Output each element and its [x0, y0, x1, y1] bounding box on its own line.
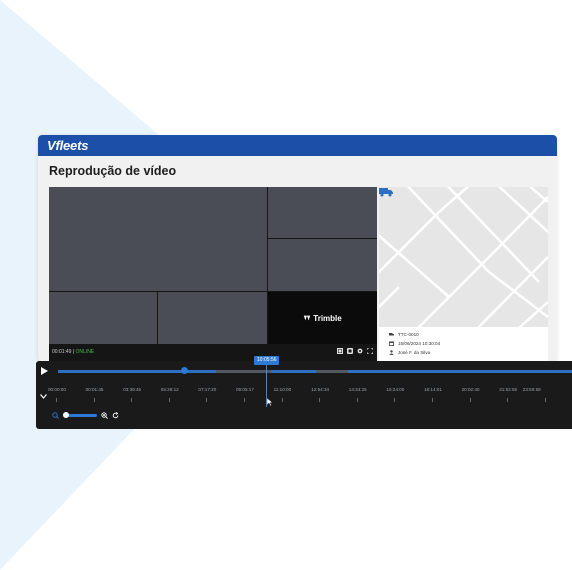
timeline-tick-mark — [56, 398, 57, 402]
timeline-tick-label: 21:52:56 — [499, 387, 518, 392]
gap-segment-2 — [316, 370, 348, 373]
record-datetime: 15/06/2024 10:30:04 — [398, 341, 441, 346]
timeline-tick-label: 16:24:00 — [386, 387, 405, 392]
chevron-down-icon[interactable] — [40, 394, 47, 399]
current-time-bubble: 10:05:56 — [254, 356, 280, 365]
timeline-tick-mark — [93, 398, 95, 402]
map-view[interactable] — [379, 187, 548, 327]
video-status: 00:01:49 | ONLINE — [52, 349, 94, 355]
timeline-tick-mark — [168, 398, 170, 402]
driver-name: José F. da Silva — [398, 350, 431, 355]
timeline-tick-mark — [432, 398, 433, 402]
timeline-tick-label: 23:59:59 — [522, 387, 541, 392]
camera-tile-4[interactable] — [49, 292, 157, 344]
vehicle-info-panel: TTC-0010 15/06/2024 10:30:04 José F. da … — [379, 327, 548, 361]
zoom-out-icon[interactable] — [52, 412, 59, 419]
mouse-pointer-icon — [267, 398, 273, 406]
timeline-tick-label: 18:14:01 — [424, 387, 442, 392]
layout-grid-icon[interactable] — [337, 348, 343, 354]
timeline-tick-mark — [244, 398, 245, 402]
reset-icon[interactable] — [112, 412, 119, 419]
play-icon[interactable] — [41, 367, 48, 375]
fullscreen-icon[interactable] — [367, 348, 373, 354]
zoom-slider-knob[interactable] — [63, 412, 69, 418]
gear-icon[interactable] — [357, 348, 363, 354]
timeline-tick-mark — [507, 398, 509, 402]
zoom-slider[interactable] — [63, 412, 97, 418]
timeline-tick-label: 20:02:40 — [461, 387, 480, 392]
driver-icon — [389, 350, 394, 355]
timeline-tick-label: 11:10:00 — [273, 387, 292, 392]
vehicle-plate: TTC-0010 — [398, 332, 419, 337]
timeline-tick-label: 09:05:17 — [236, 387, 254, 392]
timeline-tick-mark — [206, 398, 208, 402]
timeline-tick-mark — [544, 398, 546, 402]
vehicle-row: TTC-0010 — [389, 332, 419, 337]
zoom-control — [52, 412, 119, 419]
online-badge: ONLINE — [75, 349, 95, 355]
camera-tile-6[interactable]: Trimble — [268, 292, 377, 344]
app-window: Vfleets Reprodução de vídeo Trimble 00:0… — [38, 135, 557, 361]
map-streets — [379, 187, 548, 327]
video-controls — [337, 348, 373, 354]
truck-small-icon — [389, 333, 394, 336]
trimble-icon — [304, 315, 311, 321]
zoom-in-icon[interactable] — [101, 412, 108, 419]
elapsed-time: 00:01:49 — [52, 349, 72, 355]
playback-timeline: 10:05:56 00:00:00 00:01:45 03:39:45 05:28:1… — [36, 356, 572, 429]
timeline-tick-label: 03:39:45 — [123, 387, 142, 392]
timeline-track[interactable] — [58, 370, 572, 373]
truck-icon[interactable] — [379, 187, 393, 197]
gap-segment-1 — [216, 370, 271, 373]
timeline-handle[interactable] — [181, 367, 188, 374]
timeline-tick-label: 14:34:25 — [348, 387, 367, 392]
camera-tile-3[interactable] — [268, 239, 377, 291]
timeline-tick-label: 07:17:20 — [198, 387, 217, 392]
timeline-tick-label: 00:01:45 — [85, 387, 104, 392]
timeline-tick-label: 12:54:34 — [311, 387, 330, 392]
timeline-tick-mark — [469, 398, 471, 402]
timeline-tick-mark — [394, 398, 396, 402]
timeline-tick-mark — [131, 398, 133, 402]
datetime-row: 15/06/2024 10:30:04 — [389, 341, 440, 346]
camera-tile-5[interactable] — [158, 292, 267, 344]
camera-tile-2[interactable] — [268, 187, 377, 238]
page-title: Reprodução de vídeo — [49, 164, 177, 178]
timeline-tick-mark — [356, 398, 358, 402]
timeline-tick-mark — [281, 398, 283, 402]
driver-row: José F. da Silva — [389, 350, 430, 355]
camera-tile-1[interactable] — [49, 187, 267, 291]
screenshot-icon[interactable] — [347, 348, 353, 354]
trimble-logo: Trimble — [303, 313, 342, 323]
video-grid: Trimble 00:01:49 | ONLINE — [49, 187, 377, 361]
timeline-tick-label: 05:28:12 — [160, 387, 179, 392]
trimble-text: Trimble — [313, 313, 342, 323]
timeline-ticks: 00:00:00 00:01:45 03:39:45 05:28:12 07:17:20… — [48, 387, 572, 403]
app-header: Vfleets — [38, 135, 557, 156]
calendar-icon — [389, 341, 394, 346]
timeline-tick-mark — [319, 398, 321, 402]
vfleets-logo[interactable]: Vfleets — [47, 138, 88, 153]
timeline-tick-label: 00:00:00 — [48, 387, 66, 392]
